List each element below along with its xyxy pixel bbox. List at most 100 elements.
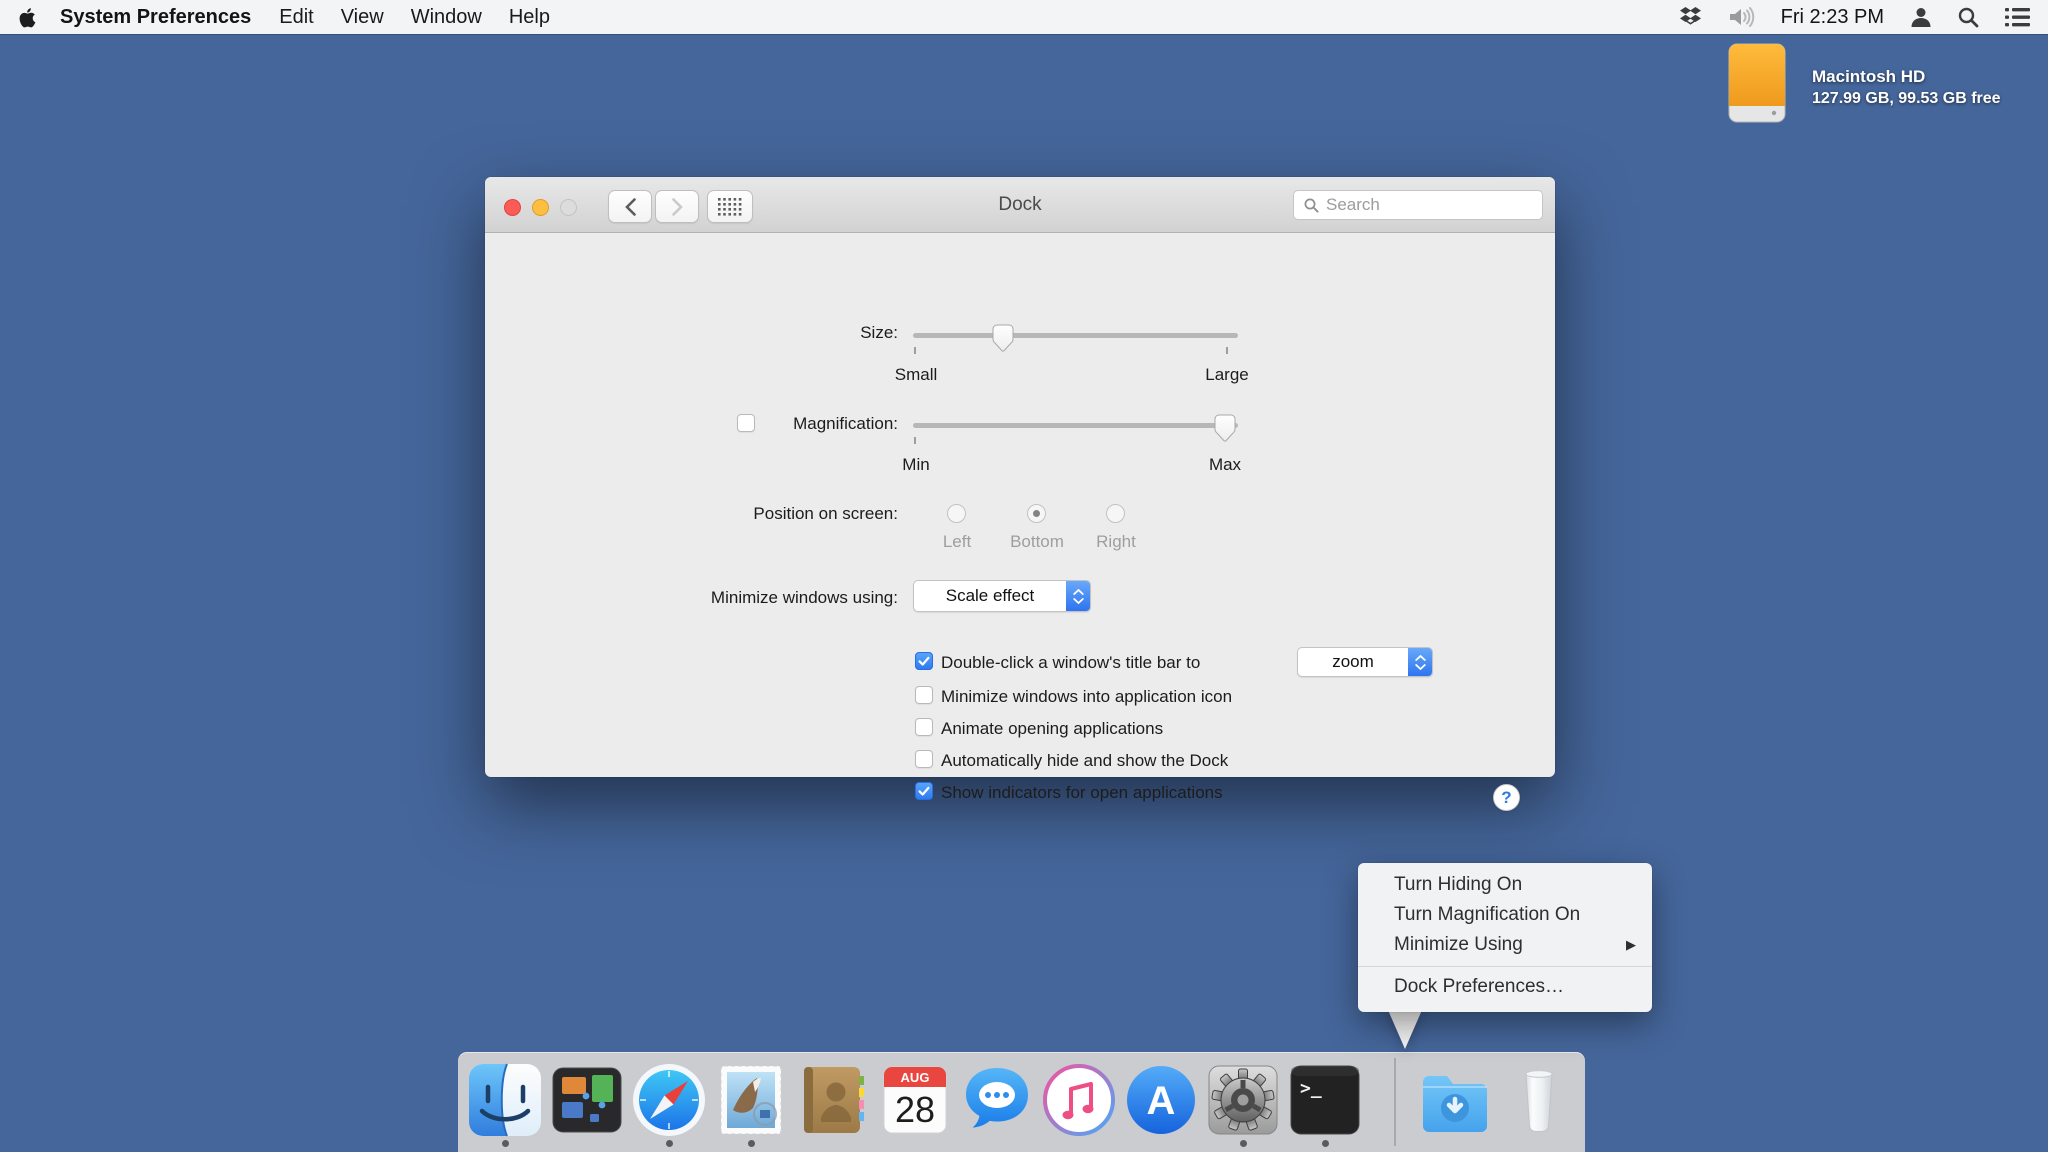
- position-radio-bottom[interactable]: [1027, 504, 1046, 523]
- minimize-effect-popup[interactable]: Scale effect: [913, 580, 1091, 612]
- running-indicator-terminal: [1321, 1140, 1329, 1147]
- show-all-grid-icon[interactable]: [707, 190, 753, 223]
- position-option-bottom: Bottom: [1010, 532, 1064, 551]
- menu-item-dock-preferences[interactable]: Dock Preferences…: [1358, 972, 1652, 1002]
- desktop: System Preferences Edit View Window Help: [0, 0, 2048, 1152]
- running-indicator-finder: [501, 1140, 509, 1147]
- menu-view[interactable]: View: [341, 6, 384, 29]
- size-slider-thumb[interactable]: [992, 324, 1014, 353]
- dock-icon-system-preferences[interactable]: [1205, 1062, 1281, 1138]
- position-radio-right[interactable]: [1106, 504, 1125, 523]
- position-option-left: Left: [942, 532, 972, 551]
- spotlight-search-icon[interactable]: [1958, 7, 1979, 28]
- dock-icon-itunes[interactable]: [1041, 1062, 1117, 1138]
- animate-opening-label: Animate opening applications: [941, 719, 1164, 738]
- menu-app-name[interactable]: System Preferences: [60, 6, 251, 29]
- terminal-glyph: >_: [1300, 1078, 1322, 1099]
- running-indicator-mail: [747, 1140, 755, 1147]
- dock-separator: [1394, 1058, 1396, 1146]
- volume-name: Macintosh HD: [1812, 67, 1926, 86]
- position-option-right: Right: [1096, 532, 1136, 551]
- size-slider-track[interactable]: [913, 333, 1238, 338]
- dock-icon-downloads[interactable]: [1417, 1068, 1493, 1144]
- menu-item-turn-magnification-on[interactable]: Turn Magnification On: [1358, 900, 1652, 930]
- menu-help[interactable]: Help: [509, 6, 550, 29]
- animate-opening-checkbox[interactable]: [915, 718, 933, 736]
- help-button[interactable]: ?: [1493, 784, 1520, 811]
- minimize-using-label: Minimize windows using:: [710, 588, 898, 607]
- minimize-into-icon-checkbox[interactable]: [915, 686, 933, 704]
- dock-icon-app-store[interactable]: A: [1123, 1062, 1199, 1138]
- position-label: Position on screen:: [753, 504, 898, 523]
- running-indicator-safari: [665, 1140, 673, 1147]
- show-indicators-checkbox[interactable]: [915, 782, 933, 800]
- menu-item-turn-hiding-on[interactable]: Turn Hiding On: [1358, 870, 1652, 900]
- size-label: Size:: [860, 323, 898, 342]
- dock-preferences-window: Dock Search Size: Small Large Magnificat…: [485, 177, 1555, 811]
- menu-bar: System Preferences Edit View Window Help: [0, 0, 2048, 34]
- size-max-label: Large: [1205, 365, 1249, 384]
- auto-hide-checkbox[interactable]: [915, 750, 933, 768]
- dock-icon-mail[interactable]: [713, 1062, 789, 1138]
- volume-capacity: 127.99 GB, 99.53 GB free: [1812, 90, 2001, 107]
- notification-center-icon[interactable]: [2005, 7, 2030, 27]
- dock: AUG 28 A >_: [458, 1052, 1585, 1152]
- minimize-effect-value: Scale effect: [945, 586, 1035, 605]
- menu-clock[interactable]: Fri 2:23 PM: [1781, 6, 1884, 29]
- dock-icon-safari[interactable]: [631, 1062, 707, 1138]
- size-tick-min: [914, 347, 916, 354]
- double-click-action-popup[interactable]: zoom: [1297, 647, 1433, 677]
- dock-icon-terminal[interactable]: >_: [1287, 1062, 1363, 1138]
- submenu-arrow-icon: ▶: [1626, 937, 1636, 952]
- auto-hide-label: Automatically hide and show the Dock: [941, 751, 1229, 770]
- show-indicators-label: Show indicators for open applications: [941, 783, 1223, 802]
- magnification-max-label: Max: [1208, 455, 1242, 474]
- double-click-action-value: zoom: [1332, 652, 1374, 671]
- dock-icon-contacts[interactable]: [795, 1062, 871, 1138]
- dock-icon-calendar[interactable]: AUG 28: [877, 1062, 953, 1138]
- app-store-glyph: A: [1147, 1079, 1176, 1123]
- magnification-label: Magnification:: [793, 414, 898, 433]
- popup-stepper-icon: [1408, 648, 1432, 676]
- minimize-button[interactable]: [532, 199, 549, 216]
- calendar-day-text: 28: [895, 1089, 935, 1130]
- search-input[interactable]: Search: [1293, 190, 1543, 220]
- window-content: Size: Small Large Magnification: Min Max…: [485, 233, 1555, 811]
- close-button[interactable]: [504, 199, 521, 216]
- menu-separator: [1358, 966, 1652, 967]
- size-min-label: Small: [894, 365, 938, 384]
- position-radio-left[interactable]: [947, 504, 966, 523]
- dropbox-icon[interactable]: [1679, 6, 1702, 28]
- forward-button: [655, 190, 699, 223]
- magnification-slider-track[interactable]: [913, 423, 1238, 428]
- minimize-into-icon-label: Minimize windows into application icon: [941, 687, 1233, 706]
- desktop-volume[interactable]: Macintosh HD 127.99 GB, 99.53 GB free: [1722, 42, 2001, 129]
- dock-icon-messages[interactable]: [959, 1062, 1035, 1138]
- hard-drive-icon[interactable]: [1722, 42, 1792, 129]
- dock-icon-trash[interactable]: [1501, 1062, 1577, 1138]
- running-indicator-system-preferences: [1239, 1140, 1247, 1147]
- context-menu-tail: [1388, 1010, 1422, 1049]
- title-bar[interactable]: Dock Search: [485, 177, 1555, 233]
- calendar-month-text: AUG: [901, 1070, 930, 1085]
- dock-icon-finder[interactable]: [467, 1062, 543, 1138]
- menu-edit[interactable]: Edit: [279, 6, 313, 29]
- back-button[interactable]: [608, 190, 652, 223]
- double-click-label: Double-click a window's title bar to: [941, 653, 1201, 672]
- menu-item-minimize-using[interactable]: Minimize Using ▶: [1358, 930, 1652, 960]
- magnification-tick-min: [914, 437, 916, 444]
- menu-window[interactable]: Window: [411, 6, 482, 29]
- size-tick-max: [1226, 347, 1228, 354]
- dock-icon-mission-control[interactable]: [549, 1062, 625, 1138]
- popup-stepper-icon: [1066, 581, 1090, 611]
- zoom-button: [560, 199, 577, 216]
- dock-context-menu: Turn Hiding On Turn Magnification On Min…: [1358, 863, 1652, 1012]
- volume-icon[interactable]: [1728, 7, 1755, 27]
- apple-menu-icon[interactable]: [18, 5, 38, 29]
- magnification-min-label: Min: [902, 455, 930, 474]
- double-click-checkbox[interactable]: [915, 652, 933, 670]
- search-icon: [1304, 198, 1319, 213]
- search-placeholder: Search: [1326, 195, 1380, 214]
- user-icon[interactable]: [1910, 6, 1932, 28]
- magnification-slider-thumb[interactable]: [1214, 414, 1236, 443]
